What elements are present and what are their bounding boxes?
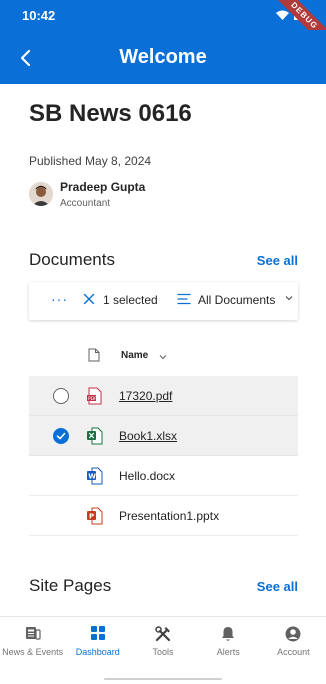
home-indicator <box>104 678 222 680</box>
word-file-icon: W <box>87 467 103 485</box>
account-icon <box>285 626 301 642</box>
view-list-icon[interactable] <box>177 293 191 305</box>
pdf-file-icon: PDF <box>87 387 102 405</box>
bottom-tab-bar: News & Events Dashboard Tools Alerts Acc… <box>0 616 326 662</box>
tools-icon <box>155 626 171 642</box>
page-title: Welcome <box>119 46 207 68</box>
wifi-icon <box>276 10 289 20</box>
tab-news-events[interactable]: News & Events <box>0 617 65 662</box>
file-name[interactable]: Hello.docx <box>119 469 175 483</box>
selection-count: 1 selected <box>103 293 158 307</box>
file-name[interactable]: Book1.xlsx <box>119 429 177 443</box>
tab-label: Tools <box>152 647 174 657</box>
site-pages-see-all-link[interactable]: See all <box>257 579 298 594</box>
svg-text:PDF: PDF <box>88 396 97 402</box>
view-selector[interactable]: All Documents <box>198 293 275 307</box>
svg-text:W: W <box>88 472 96 480</box>
dashboard-icon <box>90 626 105 640</box>
clear-selection-icon[interactable] <box>83 293 95 305</box>
main-content[interactable]: SB News 0616 Published May 8, 2024 Prade… <box>0 84 326 616</box>
tab-label: Account <box>277 647 310 657</box>
checkmark-icon <box>56 432 66 440</box>
sort-chevron-icon[interactable] <box>159 354 167 360</box>
site-pages-header: Site Pages See all <box>29 576 298 598</box>
document-row[interactable]: W Hello.docx <box>29 456 298 496</box>
file-type-icon <box>88 348 100 362</box>
row-select-radio[interactable] <box>53 388 69 404</box>
more-options-button[interactable]: ··· <box>51 291 68 307</box>
tab-tools[interactable]: Tools <box>130 617 195 662</box>
news-icon <box>25 627 41 640</box>
name-column-header[interactable]: Name <box>121 350 148 361</box>
status-bar: 10:42 DEBUG <box>0 0 326 57</box>
site-pages-heading: Site Pages <box>29 576 112 595</box>
document-row[interactable]: PDF 17320.pdf <box>29 376 298 416</box>
svg-text:P: P <box>89 512 94 520</box>
avatar-photo-icon <box>29 182 53 206</box>
avatar <box>29 182 53 206</box>
news-title: SB News 0616 <box>29 100 192 127</box>
tab-label: News & Events <box>2 647 64 657</box>
author-role: Accountant <box>60 198 111 209</box>
documents-heading: Documents <box>29 250 115 269</box>
file-name[interactable]: Presentation1.pptx <box>119 509 219 523</box>
tab-label: Dashboard <box>75 647 120 657</box>
file-name[interactable]: 17320.pdf <box>119 389 172 403</box>
app-bar: Welcome <box>0 30 326 84</box>
documents-toolbar: ··· 1 selected All Documents <box>29 282 298 320</box>
author-name: Pradeep Gupta <box>60 180 146 194</box>
tab-dashboard[interactable]: Dashboard <box>65 617 130 662</box>
documents-header: Documents See all <box>29 250 298 272</box>
documents-see-all-link[interactable]: See all <box>257 253 298 268</box>
tab-label: Alerts <box>216 647 240 657</box>
row-select-radio[interactable] <box>53 428 69 444</box>
bell-icon <box>222 627 235 641</box>
tab-account[interactable]: Account <box>261 617 326 662</box>
published-date: Published May 8, 2024 <box>29 154 152 168</box>
document-row[interactable]: P Presentation1.pptx <box>29 496 298 536</box>
document-row[interactable]: Book1.xlsx <box>29 416 298 456</box>
powerpoint-file-icon: P <box>87 507 103 525</box>
documents-list-header: Name <box>29 340 298 372</box>
chevron-down-icon[interactable] <box>285 295 293 301</box>
tab-alerts[interactable]: Alerts <box>196 617 261 662</box>
excel-file-icon <box>87 427 103 445</box>
status-time: 10:42 <box>22 8 56 23</box>
